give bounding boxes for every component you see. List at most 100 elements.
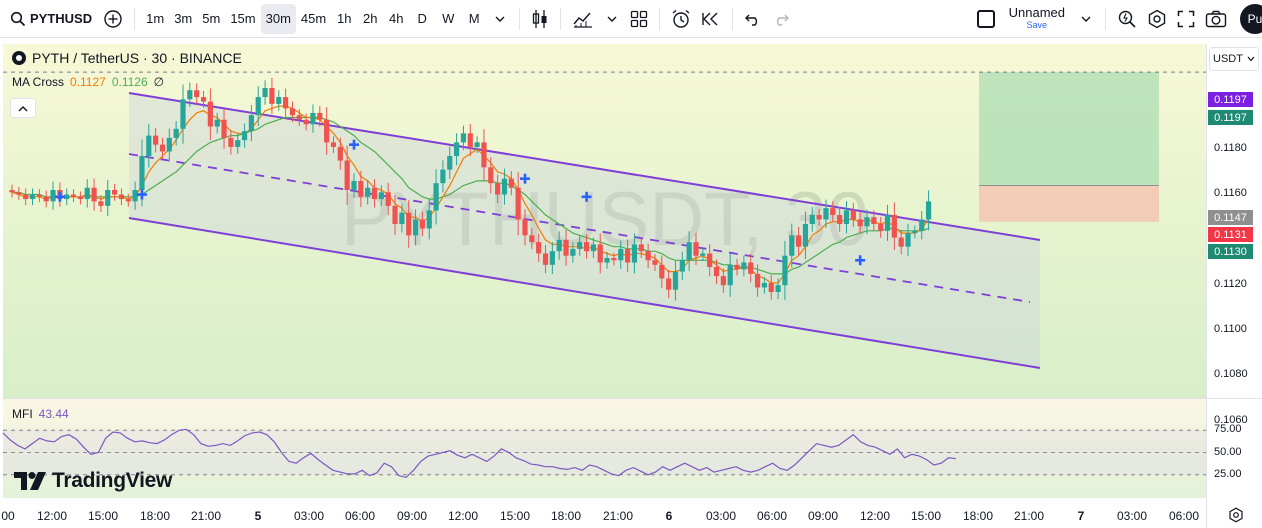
interval-4h[interactable]: 4h — [383, 4, 409, 34]
tradingview-logo-icon — [14, 472, 46, 490]
mfi-axis-label: 50.00 — [1214, 445, 1242, 458]
layout-name-button[interactable]: Unnamed Save — [1009, 6, 1065, 32]
layout-save-label: Save — [1026, 19, 1048, 30]
toolbar-divider — [519, 7, 521, 30]
toolbar-divider — [1105, 7, 1106, 30]
interval-1h[interactable]: 1h — [331, 4, 357, 34]
stop-zone[interactable] — [979, 185, 1159, 222]
interval-group: 1m 3m 5m 15m 30m 45m 1h 2h 4h D W M — [141, 3, 487, 34]
replay-button[interactable] — [696, 4, 726, 34]
ma-cross-label: MA Cross — [12, 75, 65, 89]
camera-icon — [1205, 10, 1227, 27]
alert-button[interactable] — [666, 4, 696, 34]
gear-icon — [1229, 507, 1243, 523]
indicators-button[interactable] — [567, 4, 599, 34]
alarm-clock-icon — [672, 9, 690, 28]
interval-2h[interactable]: 2h — [357, 4, 383, 34]
time-label: 15:00 — [87, 509, 119, 523]
brand-name: TradingView — [52, 469, 173, 492]
redo-icon — [777, 14, 790, 26]
undo-button[interactable] — [739, 4, 767, 34]
time-label: 15:00 — [499, 509, 531, 523]
user-avatar[interactable]: Pu — [1240, 3, 1262, 34]
undo-icon — [745, 14, 758, 26]
quick-search-button[interactable] — [1112, 4, 1142, 34]
templates-button[interactable] — [625, 4, 653, 34]
layout-dropdown[interactable] — [1073, 4, 1099, 34]
redo-button[interactable] — [767, 4, 795, 34]
interval-3m[interactable]: 3m — [169, 4, 197, 34]
chart-type-button[interactable] — [526, 4, 554, 34]
mfi-legend[interactable]: MFI 43.44 — [12, 407, 69, 421]
interval-30m[interactable]: 30m — [260, 3, 296, 34]
price-label: 0.1180 — [1214, 141, 1247, 154]
grid-icon — [631, 10, 648, 27]
indicators-dropdown[interactable] — [599, 4, 625, 34]
price-label: 0.1160 — [1214, 187, 1247, 199]
target-zone[interactable] — [979, 72, 1159, 186]
snapshot-button[interactable] — [1200, 4, 1232, 34]
interval-5m[interactable]: 5m — [197, 4, 225, 34]
price-tag: 0.1147 — [1208, 210, 1253, 225]
mfi-value: 43.44 — [38, 407, 69, 421]
time-label: 12:00 — [447, 509, 479, 523]
time-label: 12:00 — [36, 509, 68, 523]
time-label: 00 — [1, 509, 15, 523]
time-label: 12:00 — [859, 509, 891, 523]
top-toolbar: PYTHUSD 1m 3m 5m 15m 30m 45m 1h 2h 4h D W M — [0, 0, 1262, 38]
price-label: 0.1120 — [1214, 277, 1247, 290]
toolbar-divider — [134, 7, 136, 30]
tradingview-logo[interactable]: TradingView — [14, 469, 172, 493]
chevron-up-icon — [18, 105, 28, 111]
mfi-band — [3, 430, 1206, 475]
time-label: 09:00 — [807, 509, 839, 523]
mfi-axis-label: 25.00 — [1214, 467, 1242, 480]
settings-button[interactable] — [1142, 4, 1172, 34]
time-label: 03:00 — [293, 509, 325, 523]
interval-w[interactable]: W — [435, 4, 461, 34]
time-label: 18:00 — [139, 509, 171, 523]
interval-d[interactable]: D — [409, 4, 435, 34]
time-label: 06:00 — [344, 509, 376, 523]
axis-settings-button[interactable] — [1228, 507, 1244, 528]
time-label: 21:00 — [1013, 509, 1045, 523]
price-label: 0.1100 — [1214, 323, 1247, 335]
trading-app: PYTHUSD 1m 3m 5m 15m 30m 45m 1h 2h 4h D W M — [0, 0, 1262, 528]
interval-dropdown[interactable] — [487, 4, 513, 34]
time-label: 06:00 — [1168, 509, 1200, 523]
interval-1m[interactable]: 1m — [141, 4, 169, 34]
time-label: 18:00 — [962, 509, 994, 523]
mfi-layer — [2, 428, 1206, 479]
ma-cross-legend[interactable]: MA Cross 0.1127 0.1126 ∅ — [12, 75, 164, 89]
symbol-label: PYTHUSD — [30, 11, 93, 26]
layout-title: Unnamed — [1008, 4, 1065, 20]
interval-m[interactable]: M — [461, 4, 487, 34]
indicators-icon — [573, 12, 593, 28]
layout-area: Unnamed Save Pu — [976, 0, 1262, 38]
layout-square-icon[interactable] — [976, 9, 995, 28]
symbol-search[interactable]: PYTHUSD — [0, 0, 98, 38]
time-label: 15:00 — [910, 509, 942, 523]
fullscreen-icon — [1177, 10, 1195, 27]
time-label: 03:00 — [705, 509, 737, 523]
time-label: 7 — [1077, 509, 1085, 523]
chevron-down-icon — [495, 16, 505, 22]
interval-15m[interactable]: 15m — [225, 4, 260, 34]
legend-collapse-button[interactable] — [10, 98, 36, 118]
chart-legend[interactable]: PYTH / TetherUS · 30 · BINANCE — [12, 50, 242, 66]
chevron-down-icon — [1081, 16, 1091, 22]
exchange-logo-icon — [12, 51, 26, 65]
currency-button[interactable]: USDT — [1209, 47, 1259, 71]
ma-suffix: ∅ — [153, 75, 165, 89]
compare-symbol-button[interactable] — [98, 4, 128, 34]
time-label: 06:00 — [756, 509, 788, 523]
add-circle-icon — [104, 9, 122, 28]
fullscreen-button[interactable] — [1172, 4, 1200, 34]
toolbar-divider — [659, 7, 661, 30]
price-label: 0.1080 — [1214, 368, 1248, 381]
interval-45m[interactable]: 45m — [296, 4, 331, 34]
chart-canvas[interactable]: PYTHUSDT, 30 — [0, 38, 1262, 528]
currency-label: USDT — [1213, 53, 1243, 65]
toolbar-divider — [732, 7, 734, 30]
time-label: 6 — [665, 509, 673, 523]
